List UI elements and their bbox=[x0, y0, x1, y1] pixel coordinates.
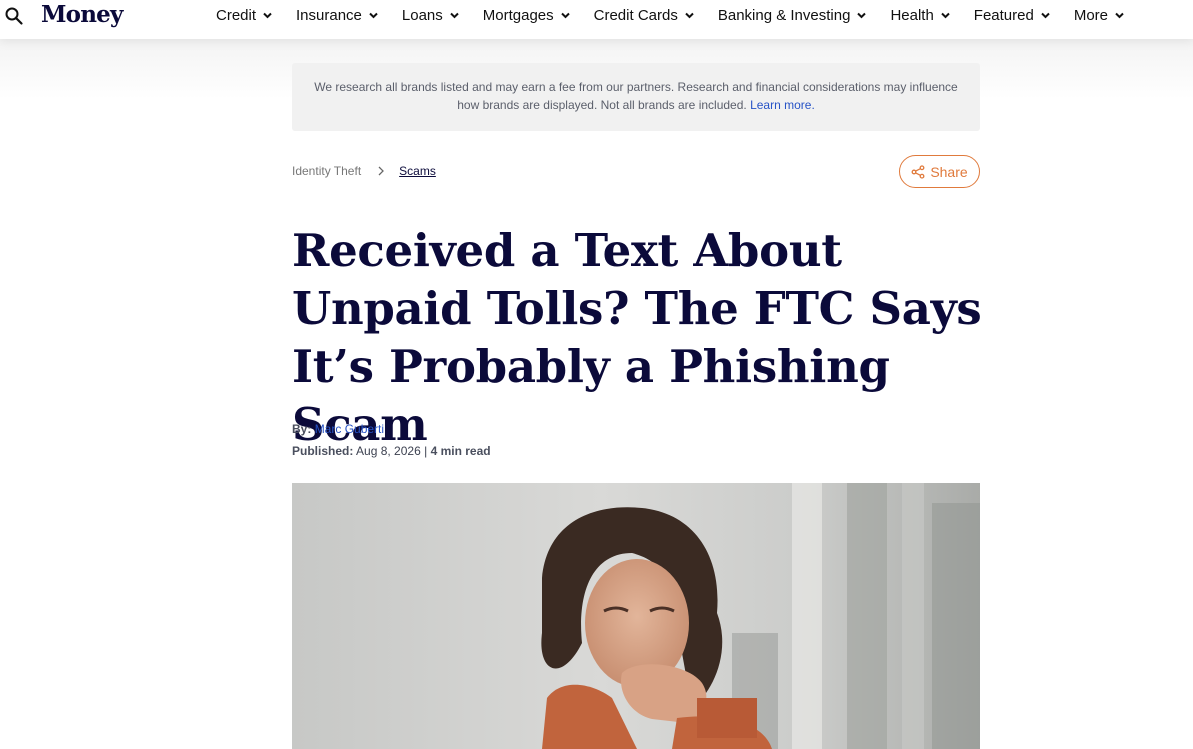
meta-separator: | bbox=[424, 444, 428, 458]
nav-item-credit-cards[interactable]: Credit Cards bbox=[594, 7, 695, 24]
chevron-down-icon bbox=[941, 12, 950, 18]
chevron-down-icon bbox=[369, 12, 378, 18]
nav-item-label: Credit Cards bbox=[593, 6, 678, 24]
hero-image bbox=[292, 483, 980, 749]
share-icon bbox=[911, 164, 925, 179]
chevron-down-icon bbox=[450, 12, 459, 18]
nav-item-label: Banking & Investing bbox=[717, 6, 851, 24]
disclosure-text: We research all brands listed and may ea… bbox=[314, 80, 958, 112]
by-label: By: bbox=[292, 422, 312, 436]
nav-item-more[interactable]: More bbox=[1074, 7, 1125, 24]
byline: By: Marc Guberti bbox=[292, 422, 384, 436]
learn-more-link[interactable]: Learn more. bbox=[750, 98, 815, 112]
chevron-right-icon bbox=[378, 166, 385, 176]
nav-item-label: Loans bbox=[401, 6, 443, 24]
chevron-down-icon bbox=[1041, 12, 1050, 18]
chevron-down-icon bbox=[685, 12, 694, 18]
nav-item-insurance[interactable]: Insurance bbox=[296, 7, 379, 24]
nav-item-label: Health bbox=[890, 6, 934, 24]
nav-item-loans[interactable]: Loans bbox=[402, 7, 460, 24]
published-date: Aug 8, 2026 bbox=[356, 444, 421, 458]
main-nav: Credit Insurance Loans Mortgages Credit … bbox=[216, 0, 1148, 30]
nav-item-label: Insurance bbox=[296, 6, 362, 24]
chevron-down-icon bbox=[1115, 12, 1124, 18]
breadcrumb-parent[interactable]: Identity Theft bbox=[292, 164, 361, 178]
site-header: Money Credit Insurance Loans Mortgages C… bbox=[0, 0, 1193, 39]
nav-item-credit[interactable]: Credit bbox=[216, 7, 273, 24]
author-link[interactable]: Marc Guberti bbox=[315, 422, 384, 436]
published-label: Published: bbox=[292, 444, 354, 458]
breadcrumb: Identity Theft Scams bbox=[292, 164, 436, 178]
nav-item-health[interactable]: Health bbox=[890, 7, 950, 24]
chevron-down-icon bbox=[857, 12, 867, 18]
hero-photo-illustration bbox=[292, 483, 980, 749]
share-button[interactable]: Share bbox=[899, 155, 980, 188]
nav-item-mortgages[interactable]: Mortgages bbox=[483, 7, 571, 24]
site-logo[interactable]: Money bbox=[41, 1, 123, 28]
read-time: 4 min read bbox=[430, 444, 491, 458]
breadcrumb-current[interactable]: Scams bbox=[399, 164, 436, 178]
published-line: Published: Aug 8, 2026 | 4 min read bbox=[292, 444, 491, 458]
search-icon[interactable] bbox=[4, 6, 24, 26]
nav-item-featured[interactable]: Featured bbox=[974, 7, 1051, 24]
article-title: Received a Text About Unpaid Tolls? The … bbox=[292, 224, 982, 451]
advertiser-disclosure: We research all brands listed and may ea… bbox=[292, 63, 980, 131]
share-label: Share bbox=[930, 163, 968, 180]
chevron-down-icon bbox=[263, 12, 272, 18]
nav-item-banking-investing[interactable]: Banking & Investing bbox=[718, 7, 868, 24]
nav-item-label: Credit bbox=[216, 6, 257, 24]
chevron-down-icon bbox=[560, 12, 570, 18]
nav-item-label: Featured bbox=[973, 6, 1034, 24]
nav-item-label: More bbox=[1073, 6, 1109, 24]
nav-item-label: Mortgages bbox=[482, 6, 554, 24]
